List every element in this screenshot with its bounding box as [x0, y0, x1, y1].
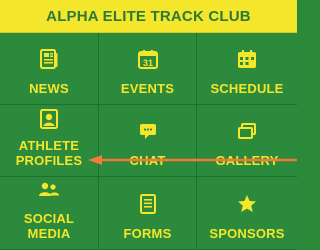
app-title: ALPHA ELITE TRACK CLUB	[46, 7, 251, 25]
news-icon	[0, 46, 98, 72]
svg-text:31: 31	[142, 58, 152, 68]
people-icon	[0, 177, 98, 202]
tile-news[interactable]: NEWS	[0, 33, 99, 105]
gallery-icon	[197, 118, 297, 144]
calendar-31-icon: 31	[99, 46, 196, 72]
tile-label-athlete-profiles: ATHLETE PROFILES	[15, 138, 83, 168]
tile-label-sponsors: SPONSORS	[209, 226, 285, 241]
calendar-grid-icon	[197, 46, 297, 72]
tile-schedule[interactable]: SCHEDULE	[197, 33, 297, 105]
tile-sponsors[interactable]: SPONSORS	[197, 177, 297, 250]
tile-social-media[interactable]: SOCIAL MEDIA	[0, 177, 99, 250]
tile-events[interactable]: 31 EVENTS	[99, 33, 197, 105]
tile-forms[interactable]: FORMS	[99, 177, 197, 250]
tile-label-social-media: SOCIAL MEDIA	[23, 211, 75, 241]
profile-card-icon	[0, 106, 98, 132]
tile-label-schedule: SCHEDULE	[210, 81, 284, 96]
tile-chat[interactable]: CHAT	[99, 105, 197, 177]
document-icon	[99, 191, 196, 217]
menu-grid: NEWS 31 EVENTS SCHEDULE ATHLETE PROFILES…	[0, 33, 297, 250]
tile-label-events: EVENTS	[120, 81, 175, 96]
tile-label-forms: FORMS	[123, 226, 172, 241]
chat-bubble-icon	[99, 118, 196, 144]
app-header: ALPHA ELITE TRACK CLUB	[0, 0, 297, 33]
star-icon	[197, 191, 297, 217]
tile-label-news: NEWS	[29, 81, 69, 96]
left-arrow-annotation	[88, 155, 297, 165]
app-screen: ALPHA ELITE TRACK CLUB NEWS 31 EVENTS SC…	[0, 0, 297, 250]
tile-athlete-profiles[interactable]: ATHLETE PROFILES	[0, 105, 99, 177]
tile-gallery[interactable]: GALLERY	[197, 105, 297, 177]
